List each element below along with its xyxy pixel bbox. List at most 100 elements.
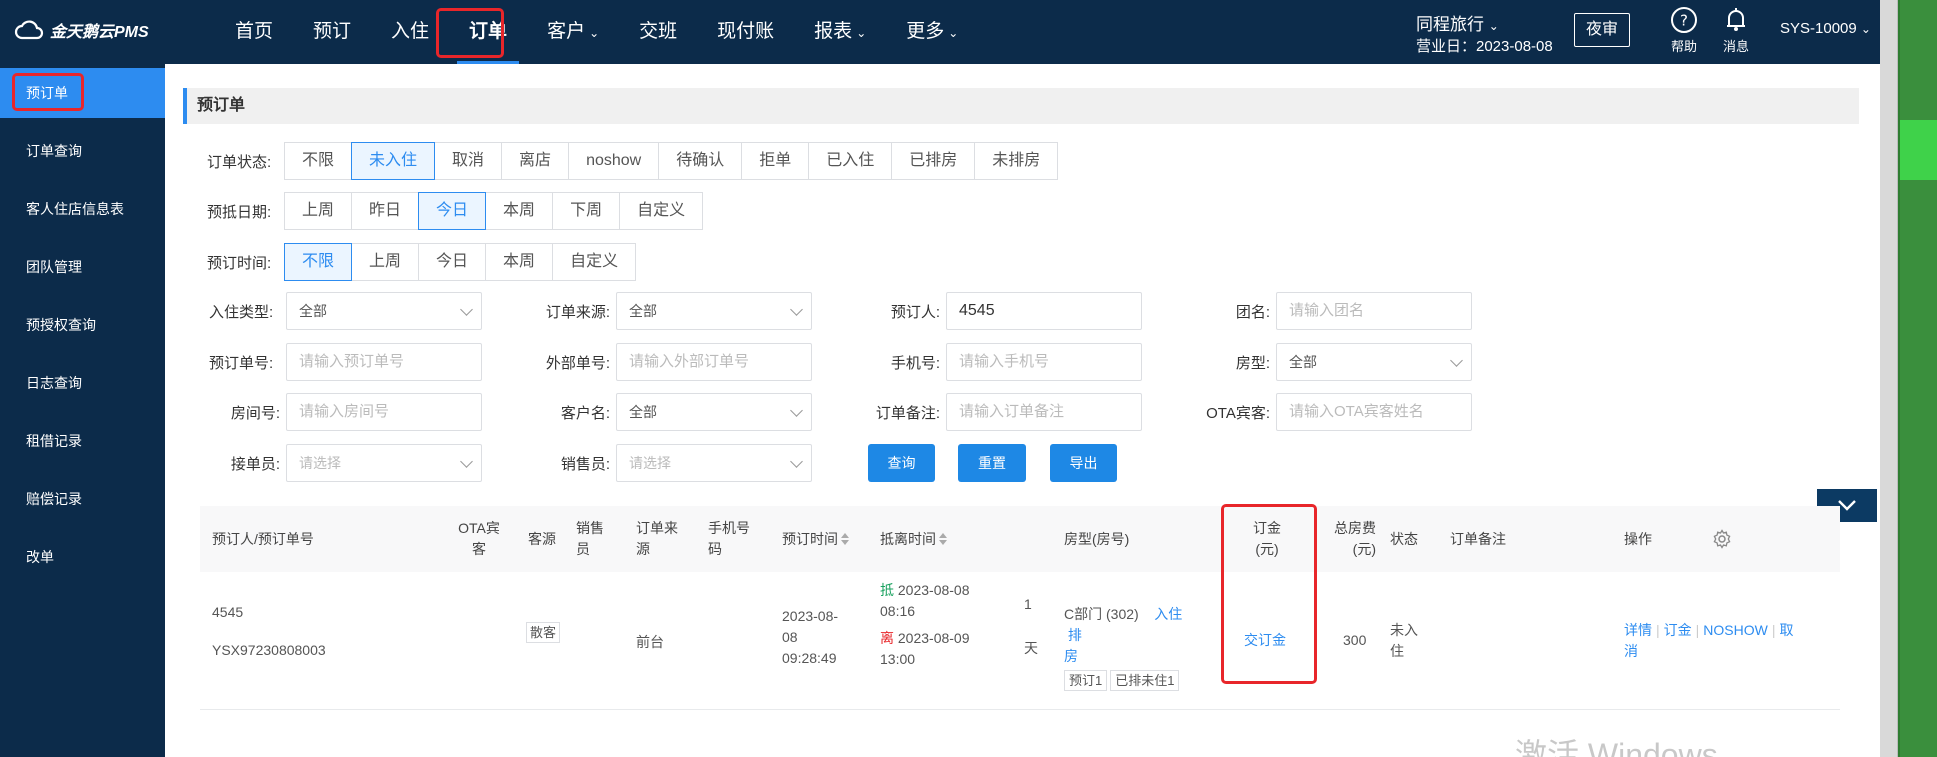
col-total: 总房费 (元) [1334,520,1376,557]
assign-room-link[interactable]: 排 [1068,627,1082,643]
sidebar-item-rental-records[interactable]: 租借记录 [0,412,165,470]
hotel-selector[interactable]: 同程旅行 ⌄ [1416,10,1499,35]
checkin-type-select[interactable]: 全部 [286,292,482,330]
phone-input[interactable]: 请输入手机号 [946,343,1142,381]
booking-time-option[interactable]: 今日 [418,243,487,281]
receiver-select[interactable]: 请选择 [286,444,482,482]
chevron-down-icon [1450,354,1463,367]
export-button[interactable]: 导出 [1050,444,1117,482]
external-no-input[interactable]: 请输入外部订单号 [616,343,812,381]
status-option[interactable]: 取消 [434,142,503,180]
nav-customers[interactable]: 客户 ⌄ [527,0,619,64]
status-option[interactable]: 已排房 [891,142,976,180]
booker-input[interactable]: 4545 [946,292,1142,330]
col-order-source: 订单来源 [636,520,678,557]
booking-time-option[interactable]: 上周 [351,243,420,281]
order-note-input[interactable]: 请输入订单备注 [946,393,1142,431]
sort-icon[interactable] [841,533,849,545]
booking-time-option[interactable]: 不限 [284,243,353,281]
col-arrival-departure[interactable]: 抵离时间 [880,506,947,572]
col-ota-guest: OTA宾客 [458,520,500,557]
nav-reports[interactable]: 报表 ⌄ [794,0,886,64]
sort-icon[interactable] [939,533,947,545]
status-option[interactable]: 待确认 [658,142,743,180]
sidebar-item-log-query[interactable]: 日志查询 [0,354,165,412]
cancel-link-cont[interactable]: 消 [1624,641,1834,662]
sidebar-item-order-query[interactable]: 订单查询 [0,122,165,180]
arrival-option[interactable]: 本周 [485,192,554,230]
pay-deposit-link[interactable]: 交订金 [1244,630,1286,651]
booking-time-option[interactable]: 自定义 [552,243,637,281]
arrival-option[interactable]: 上周 [284,192,353,230]
room-type-select[interactable]: 全部 [1276,343,1472,381]
status-option[interactable]: 不限 [284,142,353,180]
col-booker: 预订人/预订单号 [212,530,314,547]
sidebar-item-compensation-records[interactable]: 赔偿记录 [0,470,165,528]
brand-name: 金天鹅云PMS [50,24,149,41]
sidebar-item-preauth-query[interactable]: 预授权查询 [0,296,165,354]
customer-name-select[interactable]: 全部 [616,393,812,431]
bell-icon [1727,8,1745,31]
room-no-input[interactable]: 请输入房间号 [286,393,482,431]
operations-cell: 详情 | 订金 | NOSHOW | 取 消 [1624,620,1834,662]
col-booking-time[interactable]: 预订时间 [782,506,849,572]
nav-shift[interactable]: 交班 [619,0,697,64]
status-option[interactable]: 未排房 [974,142,1059,180]
reset-button[interactable]: 重置 [958,444,1026,482]
col-operations: 操作 [1624,530,1652,547]
sidebar-item-guest-stay-info[interactable]: 客人住店信息表 [0,180,165,238]
arrival-option[interactable]: 自定义 [619,192,704,230]
room-cell: C部门 (302) 入住 排 房 预订1 已排未住1 [1064,604,1204,691]
arrival-date-filter: 预抵日期: 上周 昨日 今日 本周 下周 自定义 [207,192,704,230]
nav-more[interactable]: 更多 ⌄ [886,0,978,64]
source-badge: 散客 [526,622,561,643]
status-option[interactable]: 未入住 [351,142,436,180]
checkin-type-field: 入住类型: 全部 [200,292,482,330]
chevron-down-icon: ⌄ [1488,19,1499,33]
cancel-link[interactable]: 取 [1779,622,1793,638]
booking-no-input[interactable]: 请输入预订单号 [286,343,482,381]
status-option[interactable]: 拒单 [741,142,810,180]
help-button[interactable]: ? 帮助 [1670,6,1698,55]
status-option[interactable]: 离店 [501,142,570,180]
user-menu[interactable]: SYS-10009 ⌄ [1780,20,1871,37]
desktop-side-strip [1880,0,1937,757]
sidebar-item-group-management[interactable]: 团队管理 [0,238,165,296]
page-scrollbar[interactable] [1880,0,1898,757]
group-name-input[interactable]: 请输入团名 [1276,292,1472,330]
assign-room-link-cont[interactable]: 房 [1064,646,1204,667]
group-name-field: 团名: 请输入团名 [1180,292,1472,330]
order-source-select[interactable]: 全部 [616,292,812,330]
nav-booking[interactable]: 预订 [293,0,371,64]
status-option[interactable]: noshow [568,142,660,180]
salesperson-select[interactable]: 请选择 [616,444,812,482]
checkin-link[interactable]: 入住 [1154,606,1182,622]
chevron-down-icon [790,404,803,417]
detail-link[interactable]: 详情 [1624,622,1652,638]
arrival-option[interactable]: 下周 [552,192,621,230]
noshow-link[interactable]: NOSHOW [1703,622,1768,638]
table-row[interactable]: 4545 YSX97230808003 散客 前台 2023-08- 08 09… [200,572,1840,710]
status-option[interactable]: 已入住 [808,142,893,180]
night-audit-button[interactable]: 夜审 [1574,13,1630,47]
column-settings-button[interactable] [1712,506,1732,572]
arrival-option[interactable]: 昨日 [351,192,420,230]
nav-home[interactable]: 首页 [215,0,293,64]
col-source: 客源 [528,530,556,547]
nav-checkin[interactable]: 入住 [371,0,449,64]
ota-guest-input[interactable]: 请输入OTA宾客姓名 [1276,393,1472,431]
deposit-link[interactable]: 订金 [1664,622,1692,638]
arrival-option[interactable]: 今日 [418,192,487,230]
sidebar-item-bookings[interactable]: 预订单 [0,68,165,118]
brand-logo[interactable]: 金天鹅云PMS [14,18,149,42]
booking-time-option[interactable]: 本周 [485,243,554,281]
filter-label: 订单状态: [207,153,272,171]
query-button[interactable]: 查询 [868,444,935,482]
sidebar-item-modify-order[interactable]: 改单 [0,528,165,586]
nav-orders[interactable]: 订单 [449,0,527,64]
assigned-tag: 已排未住1 [1110,670,1180,691]
nights-unit: 天 [1024,640,1038,656]
messages-button[interactable]: 消息 [1722,6,1750,55]
nav-cash-account[interactable]: 现付账 [697,0,794,64]
total-value: 300 [1343,632,1367,648]
